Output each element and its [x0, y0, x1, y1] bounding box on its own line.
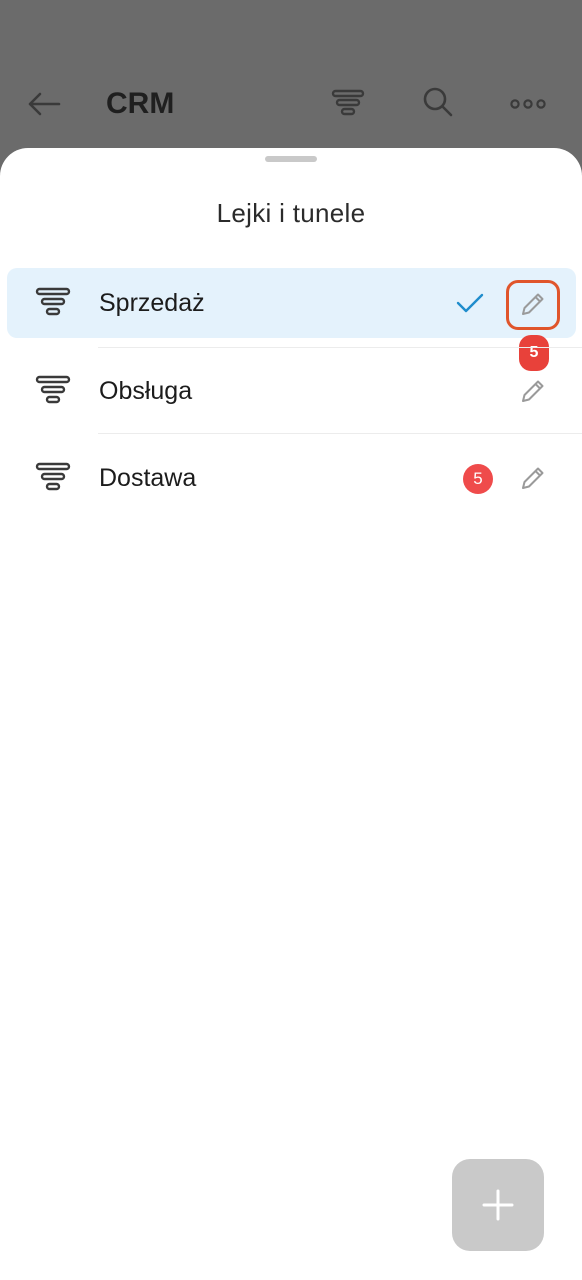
edit-pencil-icon[interactable] — [513, 458, 553, 498]
more-options-icon[interactable] — [506, 84, 550, 124]
funnel-item-label: Sprzedaż — [99, 289, 205, 317]
app-bar: CRM — [0, 0, 582, 150]
funnel-item-dostawa[interactable]: Dostawa 5 — [0, 435, 582, 521]
divider — [98, 433, 582, 434]
app-title: CRM — [106, 87, 175, 120]
funnel-icon — [35, 460, 71, 496]
counter-badge: 5 — [463, 464, 493, 494]
add-funnel-button[interactable] — [452, 1159, 544, 1251]
edit-pencil-icon[interactable] — [513, 371, 553, 411]
sheet-drag-handle[interactable] — [265, 156, 317, 162]
funnel-icon[interactable] — [328, 84, 368, 124]
sheet-title: Lejki i tunele — [216, 198, 366, 228]
search-icon[interactable] — [418, 82, 458, 122]
funnel-icon — [35, 285, 71, 321]
funnel-icon — [35, 373, 71, 409]
funnel-item-sprzedaz[interactable]: Sprzedaż — [7, 268, 576, 338]
edit-pencil-icon[interactable] — [513, 284, 553, 324]
funnel-item-label: Dostawa — [99, 464, 197, 492]
checkmark-icon — [455, 291, 485, 320]
funnel-item-obsluga[interactable]: Obsługa — [0, 348, 582, 434]
back-arrow-icon[interactable] — [24, 84, 64, 124]
funnels-bottom-sheet: Lejki i tunele Sprzedaż 5 Obsługa Dostaw… — [0, 148, 582, 1280]
funnel-item-label: Obsługa — [99, 377, 193, 405]
plus-icon — [482, 1189, 514, 1221]
